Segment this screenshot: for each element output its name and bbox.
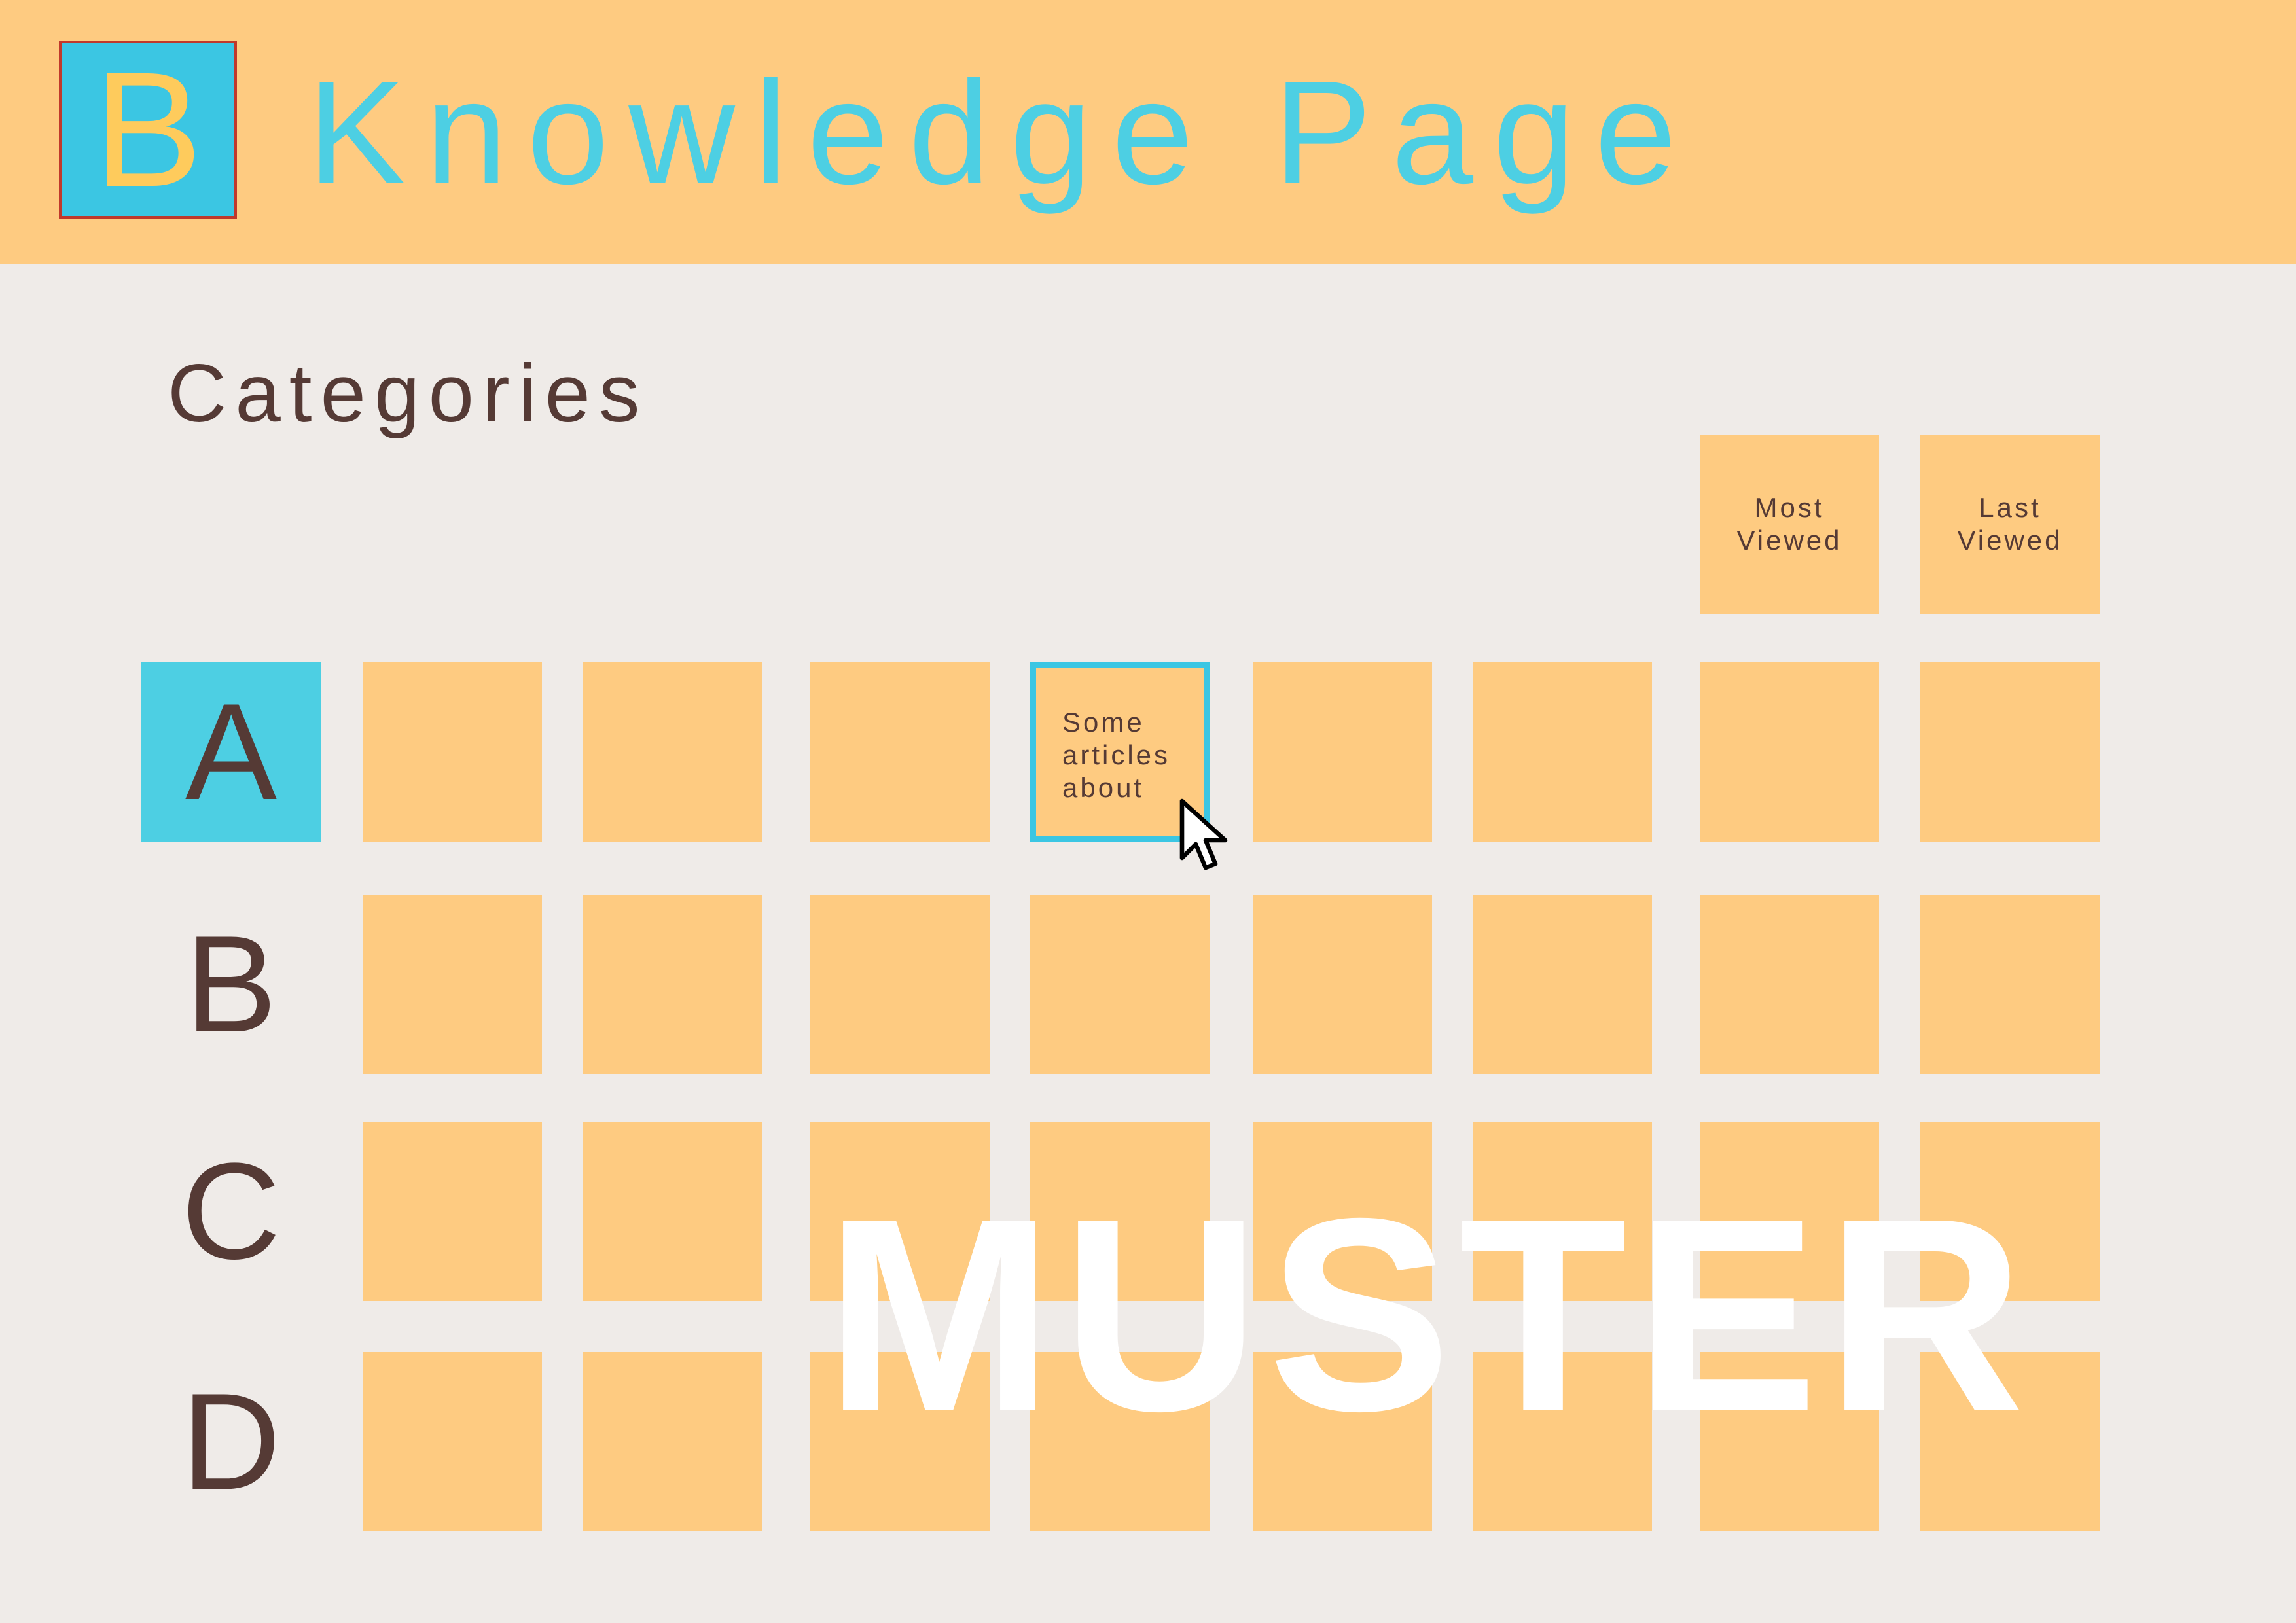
category-tile[interactable]: [1700, 895, 1879, 1074]
category-tile[interactable]: [1253, 1352, 1432, 1531]
tile-preview-text: Some articles about: [1062, 707, 1171, 803]
category-tile[interactable]: [583, 1352, 762, 1531]
category-tile[interactable]: [363, 1122, 542, 1301]
last-viewed-label: Last Viewed: [1957, 492, 2063, 556]
category-tile[interactable]: [810, 1122, 990, 1301]
category-tile[interactable]: [1920, 662, 2100, 842]
last-viewed-button[interactable]: Last Viewed: [1920, 435, 2100, 614]
category-tile[interactable]: [363, 895, 542, 1074]
most-viewed-label: Most Viewed: [1736, 492, 1842, 556]
category-tile[interactable]: [1473, 1122, 1652, 1301]
category-tile[interactable]: [810, 662, 990, 842]
category-tile[interactable]: [1473, 662, 1652, 842]
category-tile[interactable]: [363, 662, 542, 842]
category-tile[interactable]: [1920, 895, 2100, 1074]
app-logo[interactable]: B: [59, 41, 237, 219]
page-title: Knowledge Page: [308, 50, 1696, 215]
category-row-label-c[interactable]: C: [141, 1122, 321, 1301]
category-tile[interactable]: [1030, 895, 1210, 1074]
category-tile[interactable]: [1253, 895, 1432, 1074]
category-tile[interactable]: [1473, 895, 1652, 1074]
category-tile[interactable]: [363, 1352, 542, 1531]
category-tile[interactable]: [583, 1122, 762, 1301]
category-tile[interactable]: [583, 662, 762, 842]
category-tile[interactable]: [1253, 1122, 1432, 1301]
category-tile[interactable]: [1030, 1122, 1210, 1301]
category-tile[interactable]: [1473, 1352, 1652, 1531]
category-tile[interactable]: [1700, 662, 1879, 842]
category-tile[interactable]: [1030, 1352, 1210, 1531]
category-tile[interactable]: [1700, 1352, 1879, 1531]
header-bar: B Knowledge Page: [0, 0, 2296, 264]
category-tile[interactable]: [1920, 1352, 2100, 1531]
category-tile[interactable]: [583, 895, 762, 1074]
category-row-label-a[interactable]: A: [141, 662, 321, 842]
category-tile[interactable]: [1920, 1122, 2100, 1301]
category-row-label-d[interactable]: D: [141, 1352, 321, 1531]
category-row-label-b[interactable]: B: [141, 895, 321, 1074]
mouse-pointer-icon: [1179, 798, 1228, 870]
most-viewed-button[interactable]: Most Viewed: [1700, 435, 1879, 614]
category-tile[interactable]: [1700, 1122, 1879, 1301]
category-tile[interactable]: [810, 1352, 990, 1531]
category-tile[interactable]: [1253, 662, 1432, 842]
category-tile[interactable]: [810, 895, 990, 1074]
categories-heading: Categories: [168, 348, 649, 439]
